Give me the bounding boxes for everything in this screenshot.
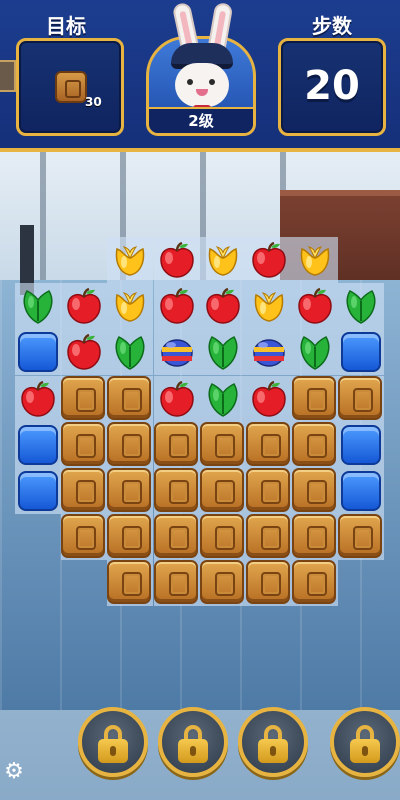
moves-label: 步数 [312,14,352,38]
red-apple-piece[interactable] [15,376,61,422]
wooden-crate-piece[interactable] [107,468,152,512]
window-mullion [40,150,46,290]
yellow-tulip-piece[interactable] [246,283,292,329]
padlock-body [258,739,288,763]
green-leaf-piece[interactable] [200,329,246,375]
wooden-crate-piece[interactable] [61,375,106,420]
wooden-crate-piece[interactable] [246,514,290,559]
locked-booster-3[interactable] [238,707,308,777]
goal-count: 30 [85,95,102,109]
red-apple-piece[interactable] [292,283,338,329]
side-thumbnail [0,60,16,92]
yellow-tulip-piece[interactable] [292,237,338,283]
green-leaf-piece[interactable] [200,376,246,422]
wooden-crate-piece[interactable] [107,560,152,605]
red-apple-piece[interactable] [61,283,107,329]
blue-jelly-piece[interactable] [341,424,382,465]
wooden-crate-piece[interactable] [61,514,106,559]
wooden-crate-piece[interactable] [246,468,290,512]
crate-icon [55,71,87,103]
blue-jelly-piece[interactable] [18,424,58,465]
blue-jelly-piece[interactable] [18,471,58,511]
blue-jelly-piece[interactable] [18,332,58,373]
striped-egg-piece[interactable] [154,329,200,375]
red-apple-piece[interactable] [61,329,107,375]
wooden-crate-piece[interactable] [199,560,244,605]
top-hud: 目标 30 2级 步数 20 [0,0,400,152]
red-apple-piece[interactable] [200,283,246,329]
locked-booster-1[interactable] [78,707,148,777]
green-leaf-piece[interactable] [107,329,153,375]
wooden-crate-piece[interactable] [153,560,198,605]
wooden-crate-piece[interactable] [107,375,152,420]
wooden-crate-piece[interactable] [107,514,152,559]
avatar[interactable]: 2级 [146,1,256,136]
padlock-body [350,739,380,763]
gear-icon[interactable]: ⚙ [2,760,26,784]
wooden-crate-piece[interactable] [292,375,337,420]
green-leaf-piece[interactable] [292,329,338,375]
wooden-crate-piece[interactable] [292,514,337,559]
wooden-crate-piece[interactable] [107,421,152,466]
yellow-tulip-piece[interactable] [200,237,246,283]
yellow-tulip-piece[interactable] [107,283,153,329]
padlock-body [178,739,208,763]
locked-booster-4[interactable] [330,707,400,777]
level-badge: 2级 [149,107,253,133]
wooden-crate-piece[interactable] [153,514,198,559]
red-apple-piece[interactable] [154,376,200,422]
wooden-crate-piece[interactable] [61,468,106,512]
wooden-crate-piece[interactable] [292,560,337,605]
green-leaf-piece[interactable] [15,283,61,329]
goal-panel: 30 [16,38,124,136]
blue-jelly-piece[interactable] [341,471,382,511]
wooden-crate-piece[interactable] [292,421,337,466]
wooden-crate-piece[interactable] [246,421,290,466]
wooden-crate-piece[interactable] [199,514,244,559]
red-apple-piece[interactable] [154,283,200,329]
green-leaf-piece[interactable] [338,283,384,329]
red-apple-piece[interactable] [246,237,292,283]
blue-jelly-piece[interactable] [341,332,382,373]
wooden-crate-piece[interactable] [199,421,244,466]
moves-panel: 20 [278,38,386,136]
wooden-crate-piece[interactable] [199,468,244,512]
red-apple-piece[interactable] [154,237,200,283]
locked-booster-2[interactable] [158,707,228,777]
wooden-crate-piece[interactable] [61,421,106,466]
wooden-crate-piece[interactable] [246,560,290,605]
bunny-face-icon [175,63,229,107]
wooden-crate-piece[interactable] [153,421,198,466]
striped-egg-piece[interactable] [246,329,292,375]
padlock-body [98,739,128,763]
red-apple-piece[interactable] [246,376,292,422]
wooden-crate-piece[interactable] [153,468,198,512]
moves-count: 20 [304,63,360,109]
yellow-tulip-piece[interactable] [107,237,153,283]
goal-label: 目标 [46,14,86,38]
wooden-crate-piece[interactable] [338,514,383,559]
wooden-crate-piece[interactable] [292,468,337,512]
wooden-crate-piece[interactable] [338,375,383,420]
